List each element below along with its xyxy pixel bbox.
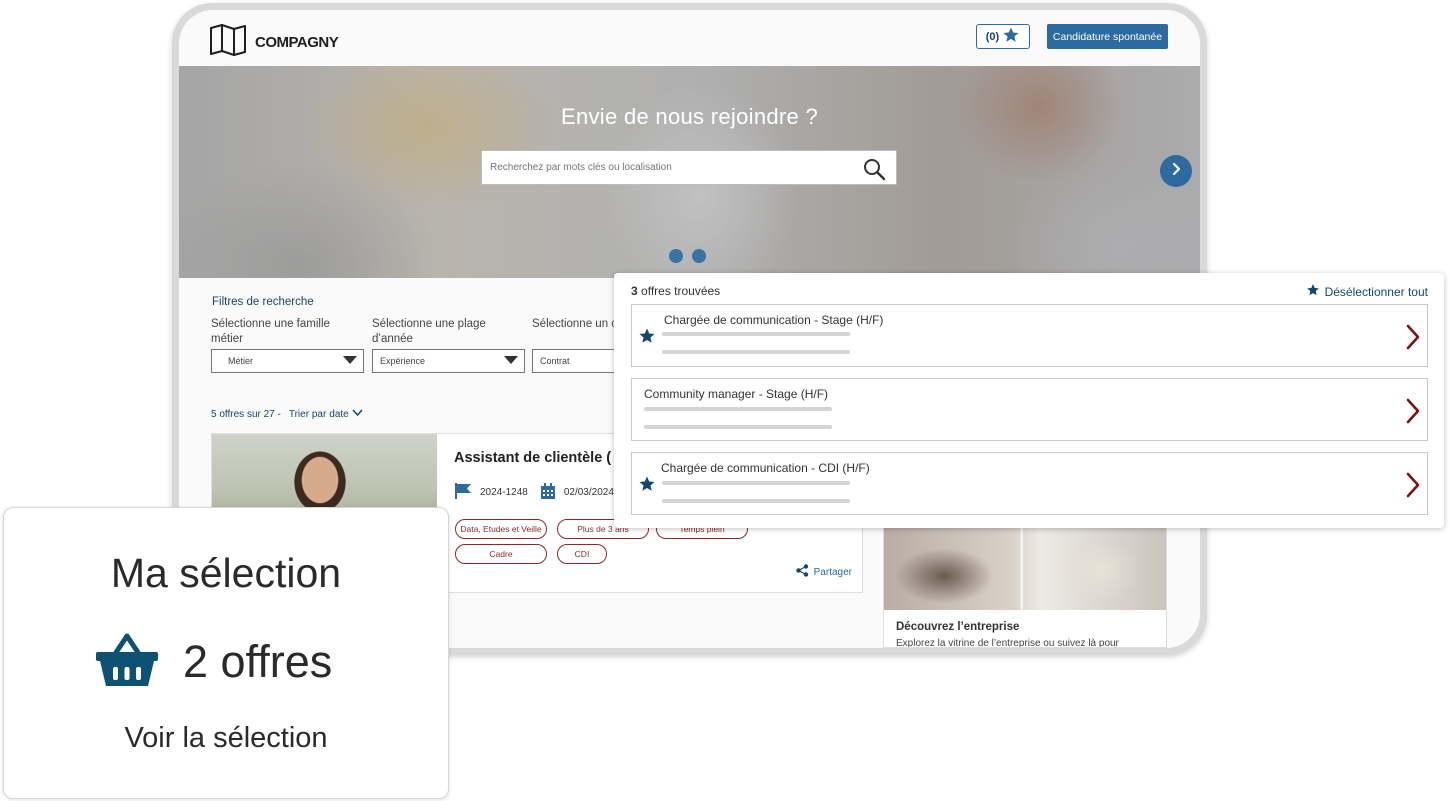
offer-row[interactable]: Chargée de communication - CDI (H/F) bbox=[631, 452, 1428, 515]
site-header: COMPAGNY (0) Candidature spontanée bbox=[179, 10, 1200, 66]
share-label: Partager bbox=[813, 566, 852, 578]
selection-count-text: 2 offres bbox=[183, 635, 333, 687]
offers-found-label: offres trouvées bbox=[641, 284, 721, 298]
caret-down-icon bbox=[504, 356, 518, 366]
placeholder-line bbox=[662, 481, 850, 485]
job-tag: Cadre bbox=[455, 544, 547, 564]
sort-control[interactable]: Trier par date bbox=[289, 409, 363, 420]
hero-search-box[interactable] bbox=[481, 150, 897, 185]
view-selection-link[interactable]: Voir la sélection bbox=[4, 722, 448, 755]
offer-title: Community manager - Stage (H/F) bbox=[644, 387, 829, 401]
placeholder-line bbox=[644, 407, 832, 411]
job-date: 02/03/2024 bbox=[563, 487, 614, 498]
company-card-description: Explorez la vitrine de l’entreprise ou s… bbox=[896, 638, 1119, 648]
hero-title: Envie de nous rejoindre ? bbox=[561, 104, 818, 129]
company-photo bbox=[884, 526, 1166, 610]
caret-down-icon bbox=[343, 356, 357, 366]
chevron-right-icon bbox=[1169, 162, 1183, 181]
star-icon bbox=[1002, 26, 1020, 47]
placeholder-line bbox=[662, 499, 850, 503]
offers-found-number: 3 bbox=[631, 284, 638, 298]
my-selection-card: Ma sélection 2 offres Voir la sélection bbox=[3, 507, 449, 799]
filters-title: Filtres de recherche bbox=[212, 296, 314, 308]
flag-icon bbox=[454, 482, 472, 503]
favorites-count: (0) bbox=[985, 30, 1000, 43]
placeholder-line bbox=[662, 350, 850, 354]
basket-icon bbox=[95, 630, 159, 693]
star-icon[interactable] bbox=[638, 475, 656, 498]
selection-count: 2 offres bbox=[95, 630, 332, 693]
offers-found-count: 3 offres trouvées bbox=[631, 284, 720, 298]
offer-title: Chargée de communication - Stage (H/F) bbox=[664, 313, 884, 327]
job-reference: 2024-1248 bbox=[480, 487, 528, 498]
results-count: 5 offres sur 27 - bbox=[211, 409, 281, 420]
job-family-select[interactable]: Métier bbox=[211, 349, 364, 373]
placeholder-line bbox=[644, 425, 832, 429]
carousel-next-button[interactable] bbox=[1160, 155, 1192, 187]
brand-logo[interactable]: COMPAGNY bbox=[209, 23, 339, 62]
selection-title: Ma sélection bbox=[110, 550, 342, 596]
select-value: Expérience bbox=[380, 356, 426, 366]
company-card-title: Découvrez l’entreprise bbox=[896, 621, 1020, 633]
offer-row[interactable]: Community manager - Stage (H/F) bbox=[631, 378, 1428, 441]
carousel-dot[interactable] bbox=[692, 249, 706, 263]
spontaneous-application-button[interactable]: Candidature spontanée bbox=[1047, 24, 1168, 49]
share-button[interactable]: Partager bbox=[795, 564, 852, 580]
selected-offers-panel: 3 offres trouvées Désélectionner tout Ch… bbox=[614, 273, 1444, 528]
chevron-right-icon[interactable] bbox=[1405, 472, 1421, 503]
map-icon bbox=[209, 23, 247, 62]
select-value: Contrat bbox=[540, 356, 570, 366]
star-icon bbox=[1306, 283, 1320, 300]
job-tag: Data, Etudes et Veille bbox=[455, 519, 547, 539]
job-offer-title[interactable]: Assistant de clientèle ( bbox=[454, 450, 611, 466]
experience-select[interactable]: Expérience bbox=[372, 349, 525, 373]
chevron-right-icon[interactable] bbox=[1405, 324, 1421, 355]
calendar-icon bbox=[540, 482, 556, 503]
filter-label: Sélectionne une famille métier bbox=[211, 318, 330, 345]
carousel-dot[interactable] bbox=[669, 249, 683, 263]
placeholder-line bbox=[662, 332, 850, 336]
hero-banner: Envie de nous rejoindre ? bbox=[179, 66, 1200, 278]
select-value: Métier bbox=[228, 356, 254, 366]
sort-value: date bbox=[329, 409, 349, 420]
sort-label: Trier par bbox=[288, 409, 327, 420]
company-card[interactable]: Découvrez l’entreprise Explorez la vitri… bbox=[883, 525, 1167, 648]
deselect-all-button[interactable]: Désélectionner tout bbox=[1306, 283, 1428, 300]
share-icon bbox=[795, 564, 809, 580]
offer-row[interactable]: Chargée de communication - Stage (H/F) bbox=[631, 304, 1428, 367]
search-icon[interactable] bbox=[862, 157, 886, 186]
offer-title: Chargée de communication - CDI (H/F) bbox=[661, 461, 870, 475]
favorites-button[interactable]: (0) bbox=[976, 24, 1030, 49]
brand-name: COMPAGNY bbox=[255, 34, 339, 51]
star-icon[interactable] bbox=[638, 327, 656, 350]
deselect-all-label: Désélectionner tout bbox=[1324, 284, 1428, 299]
filter-job-family: Sélectionne une famille métier Métier bbox=[211, 317, 364, 373]
job-tag: CDI bbox=[557, 544, 607, 564]
filter-label: Sélectionne une plage d’année bbox=[372, 318, 486, 345]
chevron-down-icon bbox=[352, 409, 363, 420]
stage: COMPAGNY (0) Candidature spontanée Envie… bbox=[0, 0, 1450, 801]
job-offer-meta: 2024-1248 02/03/2024 bbox=[454, 482, 614, 503]
filter-experience: Sélectionne une plage d’année Expérience bbox=[372, 317, 525, 373]
chevron-right-icon[interactable] bbox=[1405, 398, 1421, 429]
results-summary: 5 offres sur 27 - Trier par date bbox=[211, 409, 363, 420]
search-input[interactable] bbox=[490, 162, 850, 173]
